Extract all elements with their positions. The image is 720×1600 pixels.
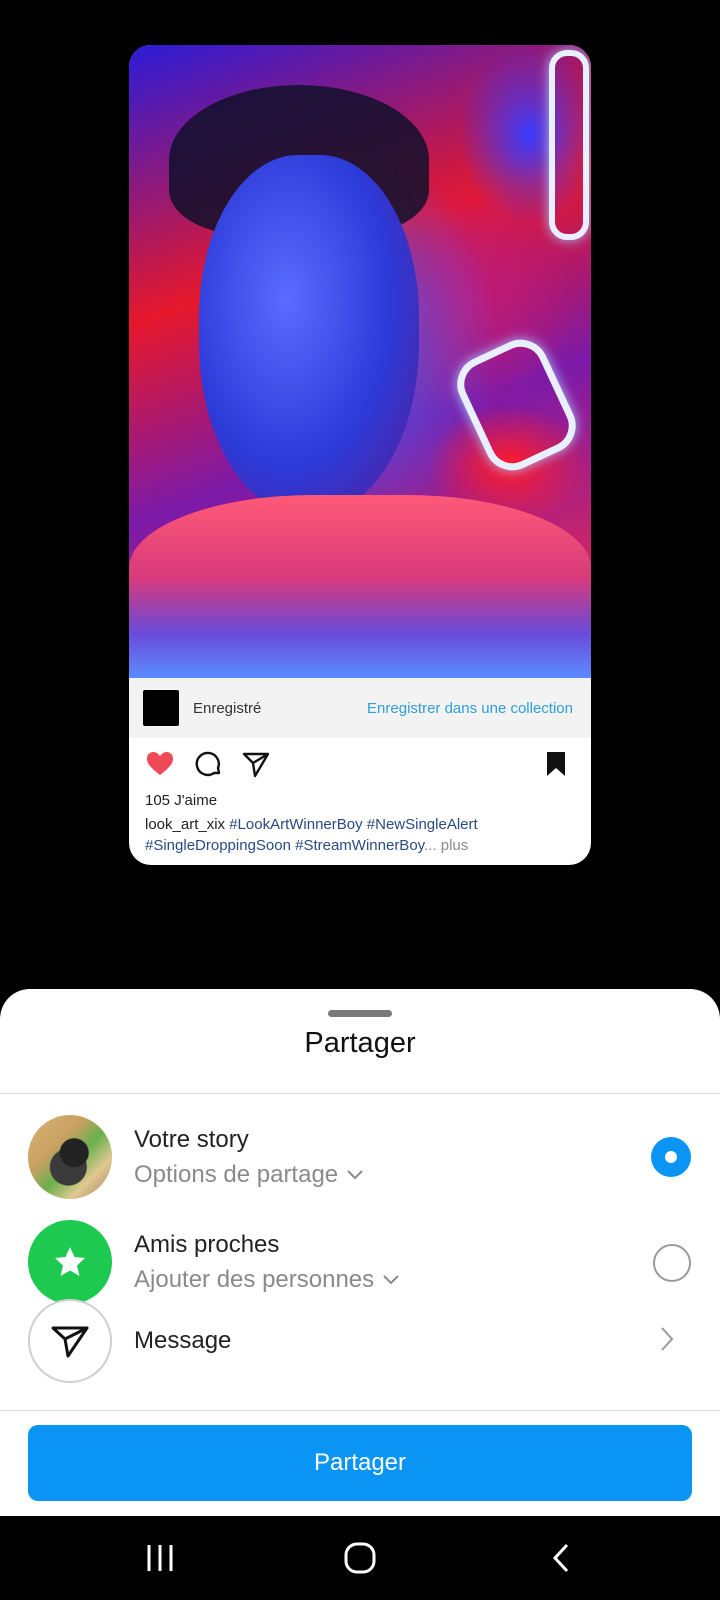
post-photo [129,45,591,678]
post-preview-card: Enregistré Enregistrer dans une collecti… [129,45,591,865]
star-icon [55,1247,85,1276]
bookmark-icon[interactable] [541,749,571,779]
photo-face-shape [199,155,419,515]
share-options-label: Options de partage [134,1161,339,1188]
share-sheet: Partager Votre story Options de partage … [0,989,720,1516]
chevron-down-icon [383,1275,399,1285]
share-options-dropdown[interactable]: Options de partage [134,1161,364,1189]
caption-ellipsis: ... [424,837,437,854]
divider [0,1410,720,1411]
close-friends-title: Amis proches [134,1231,280,1258]
message-avatar [28,1299,112,1383]
photo-shirt-shape [129,495,591,678]
user-avatar [28,1115,112,1199]
divider [0,1093,720,1094]
story-title: Votre story [134,1126,249,1153]
message-title: Message [134,1327,232,1354]
back-icon [552,1543,569,1573]
heart-icon[interactable] [145,749,175,779]
story-radio-selected[interactable] [651,1137,691,1177]
recent-apps-icon [147,1545,173,1571]
send-icon[interactable] [241,749,271,779]
chevron-down-icon [347,1170,363,1180]
caption-username[interactable]: look_art_xix [145,816,225,833]
home-button[interactable] [340,1540,380,1576]
post-actions [129,738,591,788]
comment-icon[interactable] [193,749,223,779]
saved-label: Enregistré [193,699,262,717]
send-icon [51,1326,89,1358]
caption-hashtags-1[interactable]: #LookArtWinnerBoy #NewSingleAlert [229,816,477,833]
sheet-title: Partager [304,1027,416,1059]
system-nav-bar [0,1516,720,1600]
home-icon [344,1542,376,1574]
save-to-collection-link[interactable]: Enregistrer dans une collection [367,700,573,717]
neon-light-decoration [549,50,589,240]
recent-apps-button[interactable] [140,1540,180,1576]
saved-thumbnail [143,690,179,726]
share-button[interactable]: Partager [28,1425,692,1501]
share-option-story[interactable]: Votre story Options de partage [0,1106,720,1206]
chevron-right-icon[interactable] [660,1326,674,1352]
likes-count: 105 J'aime [145,792,218,809]
sheet-drag-handle[interactable] [328,1010,392,1017]
close-friends-radio[interactable] [653,1244,691,1282]
neon-shape-decoration [448,330,585,480]
post-caption: look_art_xix #LookArtWinnerBoy #NewSingl… [145,814,585,856]
back-button[interactable] [541,1540,581,1576]
caption-hashtags-2[interactable]: #SingleDroppingSoon #StreamWinnerBoy [145,837,424,854]
saved-bar: Enregistré Enregistrer dans une collecti… [129,678,591,738]
share-option-message[interactable]: Message [0,1290,720,1390]
caption-more-link[interactable]: plus [441,837,469,854]
